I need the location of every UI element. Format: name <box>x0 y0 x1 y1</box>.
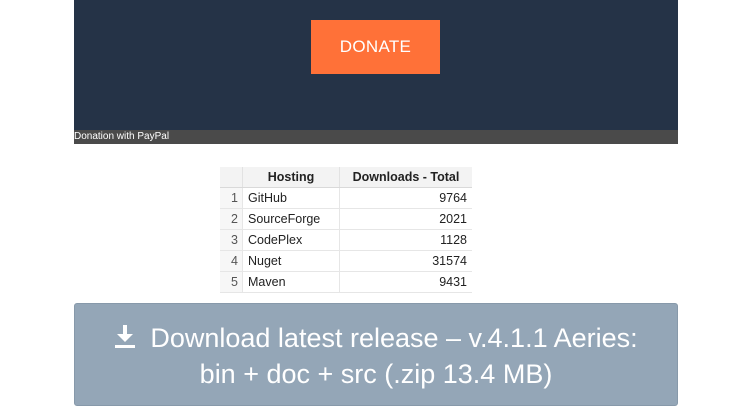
download-button-label-line-2: bin + doc + src (.zip 13.4 MB) <box>199 359 553 389</box>
table-row: 2 SourceForge 2021 <box>220 208 472 230</box>
table-row: 4 Nuget 31574 <box>220 250 472 272</box>
hosting-cell: Maven <box>242 271 340 293</box>
downloads-cell: 1128 <box>339 229 472 251</box>
downloads-cell: 2021 <box>339 208 472 230</box>
hosting-downloads-table: Hosting Downloads - Total 1 GitHub 9764 … <box>220 167 472 293</box>
hosting-cell: Nuget <box>242 250 340 272</box>
downloads-cell: 31574 <box>339 250 472 272</box>
donate-button[interactable]: DONATE <box>311 20 440 74</box>
row-index: 1 <box>220 187 243 209</box>
row-index: 5 <box>220 271 243 293</box>
hosting-cell: GitHub <box>242 187 340 209</box>
donation-caption: Donation with PayPal <box>74 130 678 144</box>
donation-panel: DONATE <box>74 0 678 130</box>
downloads-cell: 9431 <box>339 271 472 293</box>
hosting-column-header: Hosting <box>242 167 340 188</box>
downloads-cell: 9764 <box>339 187 472 209</box>
table-row: 5 Maven 9431 <box>220 271 472 293</box>
download-button-label-line-1: Download latest release – v.4.1.1 Aeries… <box>150 323 638 353</box>
download-button-line-1: Download latest release – v.4.1.1 Aeries… <box>95 320 657 356</box>
downloads-column-header: Downloads - Total <box>339 167 472 188</box>
download-latest-release-button[interactable]: Download latest release – v.4.1.1 Aeries… <box>74 303 678 406</box>
download-icon <box>115 325 136 348</box>
table-row: 1 GitHub 9764 <box>220 187 472 209</box>
row-index: 3 <box>220 229 243 251</box>
row-index: 4 <box>220 250 243 272</box>
hosting-cell: SourceForge <box>242 208 340 230</box>
table-row: 3 CodePlex 1128 <box>220 229 472 251</box>
hosting-cell: CodePlex <box>242 229 340 251</box>
row-index-header <box>220 167 243 188</box>
page: DONATE Donation with PayPal Hosting Down… <box>0 0 733 416</box>
table-header-row: Hosting Downloads - Total <box>220 167 472 188</box>
row-index: 2 <box>220 208 243 230</box>
